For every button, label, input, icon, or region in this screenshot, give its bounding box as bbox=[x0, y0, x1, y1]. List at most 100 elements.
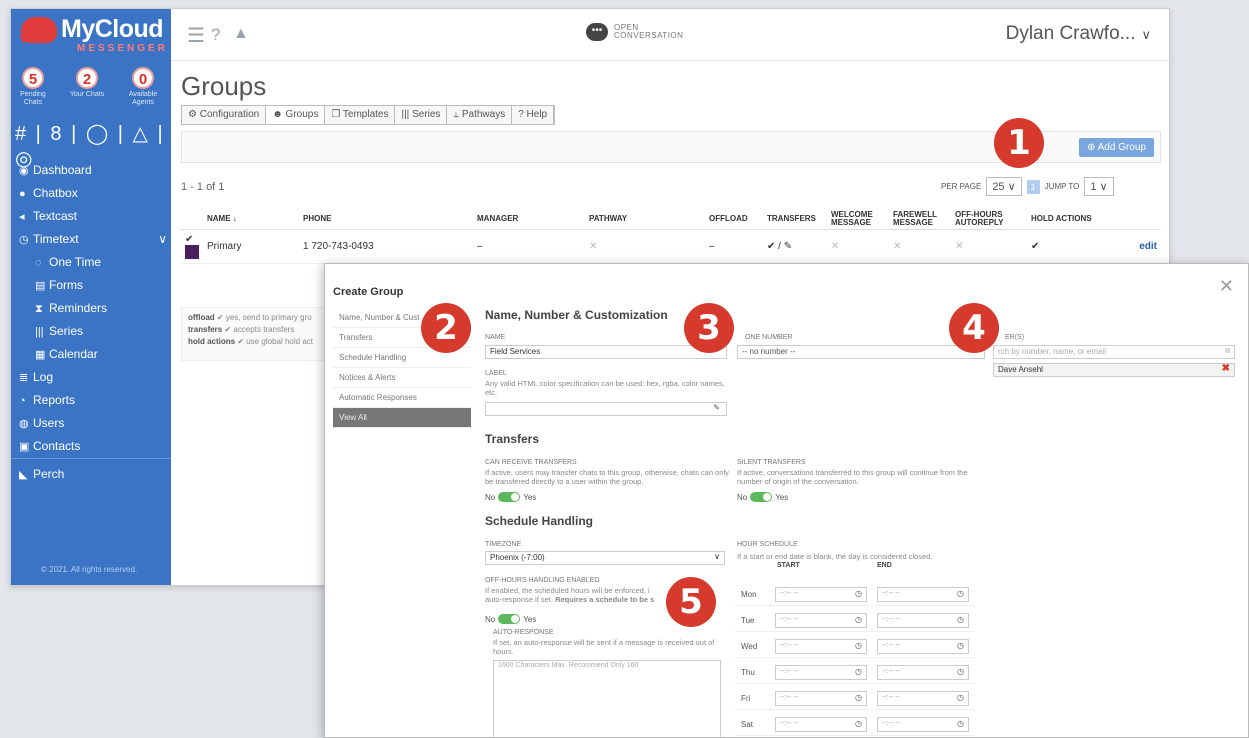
off-hours-desc-line2: auto-response if set. bbox=[485, 595, 553, 604]
your-chats-count: 2 bbox=[76, 67, 98, 89]
add-group-button[interactable]: ⊕ Add Group bbox=[1079, 138, 1154, 157]
label-color-input[interactable]: ✎ bbox=[485, 402, 727, 416]
sidebar-item-forms[interactable]: ▤ Forms bbox=[35, 278, 83, 292]
help-icon: ? bbox=[518, 109, 527, 120]
timezone-select[interactable]: Phoenix (-7:00) ∨ bbox=[485, 551, 725, 565]
silent-transfers-toggle[interactable]: No Yes bbox=[737, 492, 788, 502]
pending-chats-stat[interactable]: 5 Pending Chats bbox=[13, 67, 53, 107]
sidebar-item-label: Reminders bbox=[49, 301, 108, 315]
edit-link[interactable]: edit bbox=[1101, 229, 1161, 264]
schedule-row-mon: Mon ◷ --:-- -- ◷ --:-- -- bbox=[735, 584, 975, 606]
col-transfers: TRANSFERS bbox=[763, 209, 827, 230]
start-time-input[interactable]: ◷ --:-- -- bbox=[775, 587, 867, 602]
sidebar-item-textcast[interactable]: ◂ Textcast bbox=[19, 209, 77, 223]
bell-icon[interactable]: ▲ bbox=[233, 25, 249, 43]
callout-3: 3 bbox=[684, 303, 734, 353]
help-icon[interactable]: ? bbox=[211, 25, 220, 45]
agents-count: 0 bbox=[132, 67, 154, 89]
sidebar-item-label: Log bbox=[33, 370, 54, 384]
silent-transfers-label: SILENT TRANSFERS bbox=[737, 459, 806, 466]
end-time-input[interactable]: ◷ --:-- -- bbox=[877, 665, 969, 680]
available-agents-stat[interactable]: 0 Available Agents bbox=[123, 67, 163, 107]
end-time-input[interactable]: ◷ --:-- -- bbox=[877, 717, 969, 732]
sidebar-item-calendar[interactable]: ▦ Calendar bbox=[35, 347, 98, 361]
hamburger-menu-icon[interactable]: ☰ bbox=[187, 23, 205, 48]
toggle-switch[interactable] bbox=[498, 614, 521, 624]
per-page-select[interactable]: 25 ∨ bbox=[986, 177, 1022, 196]
close-icon[interactable]: ✕ bbox=[1219, 276, 1234, 297]
tab-configuration[interactable]: ⚙ Configuration bbox=[182, 106, 267, 124]
sidebar-item-users[interactable]: ◍ Users bbox=[19, 416, 64, 430]
logo[interactable]: MyCloud MESSENGER bbox=[11, 9, 171, 61]
auto-response-textarea[interactable]: 1600 Characters Max. Recommend Only 160 bbox=[493, 660, 721, 737]
sidebar-item-series[interactable]: ||| Series bbox=[35, 324, 83, 338]
col-welcome: WELCOME MESSAGE bbox=[827, 209, 889, 230]
clear-icon[interactable]: ⊗ bbox=[1224, 346, 1231, 355]
start-time-input[interactable]: ◷ --:-- -- bbox=[775, 639, 867, 654]
jump-to-select[interactable]: 1 ∨ bbox=[1084, 177, 1114, 196]
sidebar-item-contacts[interactable]: ▣ Contacts bbox=[19, 439, 80, 453]
name-input[interactable]: Field Services bbox=[485, 345, 727, 359]
col-name[interactable]: NAME ↓ bbox=[203, 209, 299, 230]
sidebar-item-label: Timetext bbox=[33, 232, 79, 246]
manager-search-input[interactable]: rch by number, name, or email ⊗ bbox=[993, 345, 1235, 359]
start-time-input[interactable]: ◷ --:-- -- bbox=[775, 665, 867, 680]
pathway-icon: ⥿ bbox=[453, 109, 462, 120]
sidebar-item-perch[interactable]: ◣ Perch bbox=[19, 467, 64, 481]
col-hold: HOLD ACTIONS bbox=[1027, 209, 1101, 230]
tab-templates[interactable]: ❐ Templates bbox=[325, 106, 396, 124]
timezone-value: Phoenix (-7:00) bbox=[490, 553, 545, 562]
cell-offload: – bbox=[705, 229, 763, 264]
toggle-switch[interactable] bbox=[498, 492, 521, 502]
manager-item: Dave Ansehl ✖ bbox=[993, 363, 1235, 377]
hour-schedule-label: HOUR SCHEDULE bbox=[737, 541, 798, 548]
page-1-button[interactable]: 1 bbox=[1026, 179, 1040, 194]
schedule-row-tue: Tue ◷ --:-- -- ◷ --:-- -- bbox=[735, 610, 975, 632]
callout-2: 2 bbox=[421, 303, 471, 353]
day-label: Tue bbox=[741, 616, 755, 625]
legend-transfers-value: ✔ accepts transfers bbox=[224, 325, 295, 334]
table-row[interactable]: ✔ Primary 1 720-743-0493 – ✕ – ✔ / ✎ ✕ ✕… bbox=[181, 229, 1161, 264]
off-hours-toggle[interactable]: No Yes bbox=[485, 614, 536, 624]
sidebar-item-log[interactable]: ≣ Log bbox=[19, 370, 53, 384]
gear-icon: ⚙ bbox=[188, 109, 200, 120]
tab-help[interactable]: ? Help bbox=[512, 106, 555, 124]
sidebar-item-dashboard[interactable]: ◉ Dashboard bbox=[19, 163, 92, 177]
time-placeholder: --:-- -- bbox=[882, 720, 900, 727]
sidebar-item-reminders[interactable]: ⧗ Reminders bbox=[35, 301, 107, 316]
end-time-input[interactable]: ◷ --:-- -- bbox=[877, 613, 969, 628]
start-time-input[interactable]: ◷ --:-- -- bbox=[775, 691, 867, 706]
end-time-input[interactable]: ◷ --:-- -- bbox=[877, 587, 969, 602]
modal-nav-notices[interactable]: Notices & Alerts bbox=[333, 368, 471, 388]
clock-icon: ◷ bbox=[855, 719, 862, 728]
pending-label: Pending Chats bbox=[20, 91, 46, 106]
end-time-input[interactable]: ◷ --:-- -- bbox=[877, 639, 969, 654]
your-chats-stat[interactable]: 2 Your Chats bbox=[67, 67, 107, 99]
modal-nav-view-all[interactable]: View All bbox=[333, 408, 471, 428]
user-menu[interactable]: Dylan Crawfo... ∨ bbox=[1006, 23, 1151, 45]
sidebar-item-one-time[interactable]: ◌ One Time bbox=[35, 255, 101, 269]
phone-number-select[interactable]: -- no number -- bbox=[737, 345, 985, 359]
eyedropper-icon[interactable]: ✎ bbox=[713, 403, 720, 412]
sidebar-item-timetext[interactable]: ◷ Timetext ∨ bbox=[19, 232, 167, 246]
remove-icon[interactable]: ✖ bbox=[1222, 363, 1230, 374]
sidebar: 5 Pending Chats 2 Your Chats 0 Available Ag… bbox=[11, 61, 171, 585]
clock-icon: ◷ bbox=[855, 641, 862, 650]
tab-series[interactable]: ||| Series bbox=[395, 106, 448, 124]
end-time-input[interactable]: ◷ --:-- -- bbox=[877, 691, 969, 706]
tab-groups[interactable]: ☻ Groups bbox=[266, 106, 326, 124]
modal-nav-auto-responses[interactable]: Automatic Responses bbox=[333, 388, 471, 408]
can-receive-toggle[interactable]: No Yes bbox=[485, 492, 536, 502]
start-time-input[interactable]: ◷ --:-- -- bbox=[775, 717, 867, 732]
time-placeholder: --:-- -- bbox=[780, 694, 798, 701]
toggle-switch[interactable] bbox=[750, 492, 773, 502]
result-count: 1 - 1 of 1 bbox=[181, 181, 225, 193]
sidebar-item-reports[interactable]: ◔ Reports bbox=[19, 393, 75, 407]
end-header: END bbox=[877, 562, 892, 569]
start-time-input[interactable]: ◷ --:-- -- bbox=[775, 613, 867, 628]
sidebar-item-chatbox[interactable]: ● Chatbox bbox=[19, 186, 78, 200]
calendar-icon: ▦ bbox=[35, 349, 46, 361]
tab-pathways[interactable]: ⥿ Pathways bbox=[447, 106, 513, 124]
clock-icon: ◷ bbox=[19, 234, 29, 246]
start-header: START bbox=[777, 562, 800, 569]
